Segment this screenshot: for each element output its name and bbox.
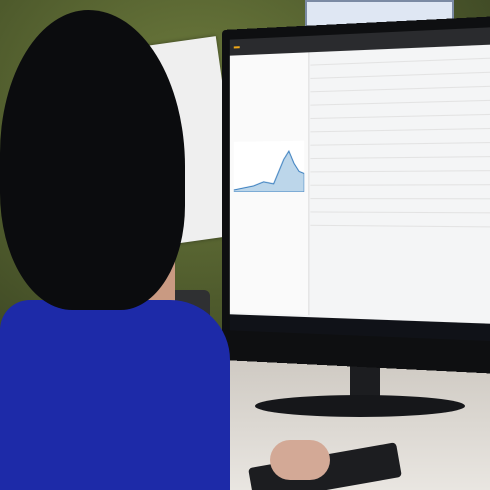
blue-shirt bbox=[0, 300, 230, 490]
person bbox=[0, 0, 240, 490]
hand bbox=[270, 440, 330, 480]
monitor-screen bbox=[229, 26, 490, 342]
monitor bbox=[222, 15, 490, 375]
trend-chart bbox=[234, 140, 304, 192]
left-panel bbox=[229, 52, 310, 316]
list-item bbox=[310, 185, 490, 200]
list-item bbox=[310, 157, 490, 173]
office-photo bbox=[0, 0, 490, 490]
list-item bbox=[310, 199, 490, 214]
list-item bbox=[310, 212, 490, 228]
feed-list bbox=[310, 44, 490, 322]
hair bbox=[0, 10, 185, 310]
list-item bbox=[310, 171, 490, 186]
monitor-stand bbox=[255, 395, 465, 417]
